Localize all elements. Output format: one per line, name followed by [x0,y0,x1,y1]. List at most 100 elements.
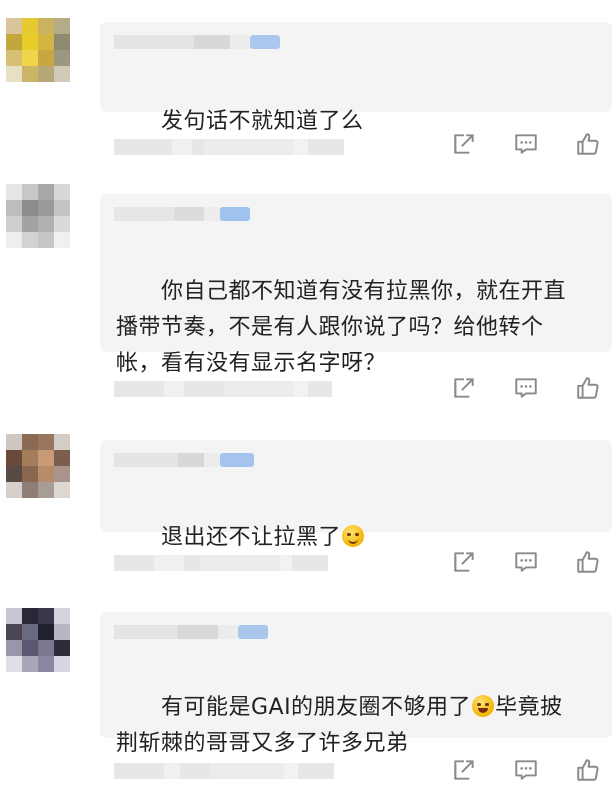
comment-meta-blurred [114,138,344,156]
avatar-mosaic-tile [22,624,38,640]
comment-icon [515,760,537,780]
share-icon [454,760,474,780]
comment-meta-blurred [114,762,334,780]
comment-icon [515,134,537,154]
avatar-mosaic-tile [6,450,22,466]
avatar-mosaic-tile [22,34,38,50]
avatar[interactable] [6,608,70,672]
avatar-mosaic-tile [54,656,70,672]
thumbs-up-icon [577,551,599,573]
like-button[interactable] [572,128,604,160]
avatar-mosaic-tile [54,608,70,624]
avatar-mosaic-tile [6,482,22,498]
comment-bubble: 发句话不就知道了么 [100,22,612,134]
avatar-mosaic-tile [38,466,54,482]
avatar[interactable] [6,184,70,248]
avatar-mosaic-tile [38,34,54,50]
avatar[interactable] [6,18,70,82]
avatar-mosaic-tile [6,624,22,640]
avatar-mosaic-tile [22,640,38,656]
share-icon [454,552,474,572]
reply-button[interactable] [510,128,542,160]
avatar-mosaic-tile [22,466,38,482]
avatar-mosaic-tile [22,50,38,66]
comment-actions [448,546,608,578]
avatar-mosaic-tile [54,216,70,232]
avatar-mosaic-tile [6,18,22,34]
avatar-mosaic-tile [38,232,54,248]
comment-actions [448,754,608,786]
avatar-mosaic-tile [38,50,54,66]
share-button[interactable] [448,546,480,578]
like-button[interactable] [572,546,604,578]
thumbs-up-icon [577,377,599,399]
comment-bubble: 你自己都不知道有没有拉黑你，就在开直播带节奏，不是有人跟你说了吗？给他转个帐，看… [100,194,612,376]
avatar-mosaic-tile [6,216,22,232]
avatar-mosaic-tile [54,624,70,640]
avatar-mosaic-tile [22,184,38,200]
username-blurred[interactable] [114,622,268,642]
avatar-mosaic-tile [22,66,38,82]
avatar-mosaic-tile [22,608,38,624]
like-button[interactable] [572,754,604,786]
avatar-mosaic-tile [38,434,54,450]
username-blurred[interactable] [114,32,280,52]
avatar-mosaic-tile [22,450,38,466]
username-blurred[interactable] [114,450,254,470]
comment-meta-blurred [114,380,332,398]
avatar-mosaic-tile [22,434,38,450]
avatar-mosaic-tile [38,216,54,232]
avatar-mosaic-tile [6,232,22,248]
comment-icon [515,378,537,398]
thumbs-up-icon [577,759,599,781]
avatar-mosaic-tile [6,656,22,672]
avatar-mosaic-tile [54,434,70,450]
avatar-mosaic-tile [54,200,70,216]
avatar-mosaic-tile [6,608,22,624]
grin-emoji-icon [341,525,364,547]
avatar-mosaic-tile [38,184,54,200]
avatar-mosaic-tile [38,640,54,656]
avatar-mosaic-tile [22,656,38,672]
avatar-mosaic-tile [22,232,38,248]
avatar-mosaic-tile [6,200,22,216]
comment-bubble: 退出还不让拉黑了 [100,440,612,550]
comment-meta-blurred [114,554,328,572]
username-blurred[interactable] [114,204,250,224]
avatar-mosaic-tile [38,200,54,216]
avatar-mosaic-tile [38,656,54,672]
avatar-mosaic-tile [22,18,38,34]
avatar-mosaic-tile [54,34,70,50]
avatar-mosaic-tile [6,466,22,482]
reply-button[interactable] [510,754,542,786]
share-button[interactable] [448,754,480,786]
comment-icon [515,552,537,572]
share-icon [454,134,474,154]
avatar-mosaic-tile [54,640,70,656]
comment-actions [448,372,608,404]
avatar-mosaic-tile [22,482,38,498]
avatar-mosaic-tile [54,18,70,34]
reply-button[interactable] [510,372,542,404]
avatar-mosaic-tile [54,66,70,82]
avatar-mosaic-tile [6,640,22,656]
share-button[interactable] [448,372,480,404]
avatar-mosaic-tile [54,232,70,248]
avatar-mosaic-tile [54,50,70,66]
avatar-mosaic-tile [38,624,54,640]
like-button[interactable] [572,372,604,404]
avatar-mosaic-tile [6,66,22,82]
avatar-mosaic-tile [38,450,54,466]
laugh-emoji-icon [472,695,495,717]
thumbs-up-icon [577,133,599,155]
share-button[interactable] [448,128,480,160]
reply-button[interactable] [510,546,542,578]
avatar[interactable] [6,434,70,498]
comment-bubble: 有可能是GAI的朋友圈不够用了 毕竟披荆斩棘的哥哥又多了许多兄弟 [100,612,612,756]
share-icon [454,378,474,398]
avatar-mosaic-tile [38,608,54,624]
comment-actions [448,128,608,160]
avatar-mosaic-tile [38,482,54,498]
avatar-mosaic-tile [6,34,22,50]
avatar-mosaic-tile [38,18,54,34]
